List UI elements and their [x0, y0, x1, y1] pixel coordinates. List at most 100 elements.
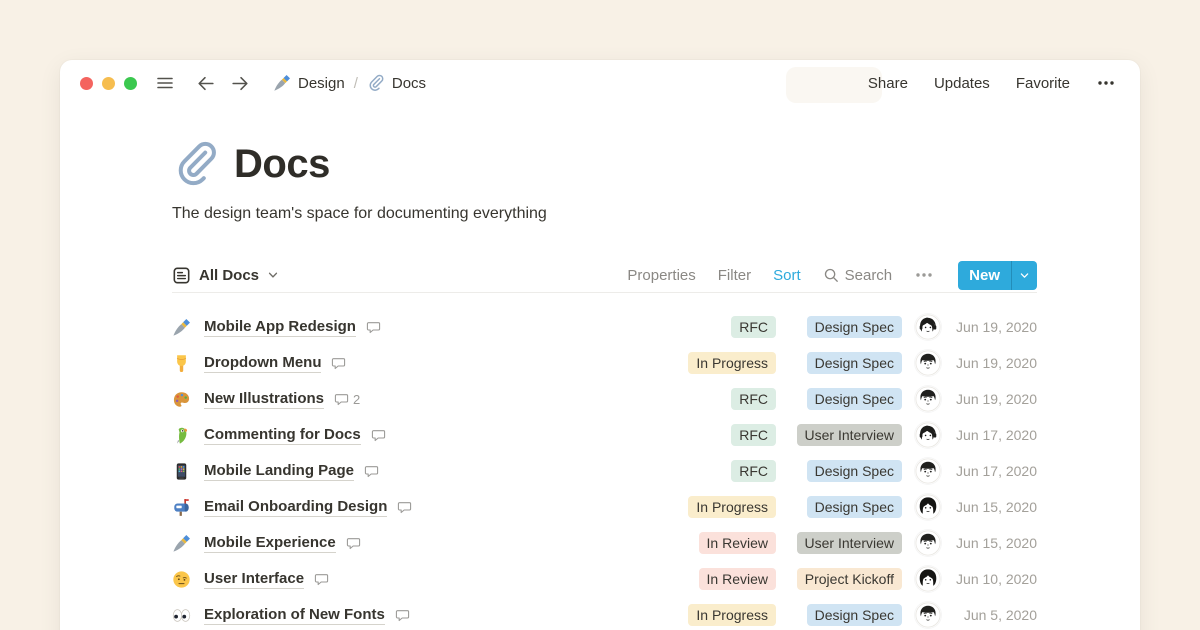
breadcrumb-separator: /: [352, 75, 360, 92]
category-tag[interactable]: Design Spec: [807, 460, 902, 482]
view-label: All Docs: [199, 267, 259, 284]
comment-count: [346, 536, 365, 551]
avatar-woman: [915, 494, 941, 520]
status-tag[interactable]: RFC: [731, 424, 776, 446]
paintbrush-icon: [172, 318, 191, 337]
date-label: Jun 15, 2020: [953, 499, 1037, 515]
doc-title[interactable]: Commenting for Docs: [204, 426, 361, 445]
category-tag[interactable]: User Interview: [797, 532, 902, 554]
eyes-icon: [172, 606, 191, 625]
sort-button[interactable]: Sort: [773, 267, 801, 284]
back-arrow-icon[interactable]: [195, 73, 216, 94]
date-label: Jun 19, 2020: [953, 391, 1037, 407]
mailbox-icon: [172, 498, 191, 517]
toolbar-more-icon[interactable]: [914, 265, 934, 285]
new-button-label[interactable]: New: [958, 261, 1011, 290]
table-row[interactable]: Dropdown Menu In Progress Design Spec Ju…: [172, 345, 1037, 381]
comment-count: [366, 320, 385, 335]
table-row[interactable]: New Illustrations 2 RFC Design Spec Jun …: [172, 381, 1037, 417]
search-label: Search: [845, 267, 893, 284]
table-row[interactable]: Mobile Experience In Review User Intervi…: [172, 525, 1037, 561]
status-tag[interactable]: RFC: [731, 316, 776, 338]
status-tag[interactable]: In Review: [699, 568, 776, 590]
date-label: Jun 17, 2020: [953, 463, 1037, 479]
paperclip-icon[interactable]: [172, 140, 220, 188]
table-row[interactable]: Mobile Landing Page RFC Design Spec Jun …: [172, 453, 1037, 489]
search-button[interactable]: Search: [823, 267, 893, 284]
comment-count: [364, 464, 383, 479]
toolbar-controls: Properties Filter Sort Search New: [627, 261, 1037, 290]
doc-title[interactable]: New Illustrations: [204, 390, 324, 409]
properties-button[interactable]: Properties: [627, 267, 695, 284]
category-tag[interactable]: Design Spec: [807, 496, 902, 518]
comment-icon: [314, 572, 329, 587]
comment-icon: [397, 500, 412, 515]
search-icon: [823, 267, 839, 283]
forward-arrow-icon[interactable]: [230, 73, 251, 94]
paintbrush-icon: [273, 74, 291, 92]
category-tag[interactable]: Design Spec: [807, 388, 902, 410]
pointing-down-icon: [172, 354, 191, 373]
share-button[interactable]: Share: [868, 75, 908, 92]
hamburger-menu-icon[interactable]: [155, 73, 175, 93]
status-tag[interactable]: In Progress: [688, 496, 776, 518]
table-row[interactable]: User Interface In Review Project Kickoff…: [172, 561, 1037, 597]
topbar-actions: Share Updates Favorite: [868, 73, 1116, 93]
view-switcher[interactable]: All Docs: [172, 266, 279, 285]
close-window-button[interactable]: [80, 77, 93, 90]
table-row[interactable]: Commenting for Docs RFC User Interview J…: [172, 417, 1037, 453]
more-options-icon[interactable]: [1096, 73, 1116, 93]
zoom-window-button[interactable]: [124, 77, 137, 90]
doc-title[interactable]: Dropdown Menu: [204, 354, 321, 373]
breadcrumb-design-label: Design: [298, 75, 345, 92]
doc-title[interactable]: User Interface: [204, 570, 304, 589]
parrot-icon: [172, 426, 191, 445]
comment-count: [395, 608, 414, 623]
doc-title[interactable]: Email Onboarding Design: [204, 498, 387, 517]
avatar-man: [915, 530, 941, 556]
doc-title[interactable]: Exploration of New Fonts: [204, 606, 385, 625]
table-row[interactable]: Email Onboarding Design In Progress Desi…: [172, 489, 1037, 525]
status-tag[interactable]: In Progress: [688, 352, 776, 374]
doc-list-icon: [172, 266, 191, 285]
date-label: Jun 10, 2020: [953, 571, 1037, 587]
database-toolbar: All Docs Properties Filter Sort Search N…: [172, 258, 1037, 292]
avatar-woman-headphones: [915, 314, 941, 340]
table-row[interactable]: Exploration of New Fonts In Progress Des…: [172, 597, 1037, 630]
category-tag[interactable]: Design Spec: [807, 352, 902, 374]
new-button-dropdown[interactable]: [1011, 261, 1037, 290]
filter-button[interactable]: Filter: [718, 267, 751, 284]
category-tag[interactable]: User Interview: [797, 424, 902, 446]
category-tag[interactable]: Design Spec: [807, 316, 902, 338]
favorite-button[interactable]: Favorite: [1016, 75, 1070, 92]
date-label: Jun 19, 2020: [953, 355, 1037, 371]
docs-table: Mobile App Redesign RFC Design Spec Jun …: [172, 309, 1037, 630]
minimize-window-button[interactable]: [102, 77, 115, 90]
breadcrumb-design[interactable]: Design: [273, 74, 345, 92]
traffic-lights: [80, 77, 137, 90]
status-tag[interactable]: RFC: [731, 460, 776, 482]
status-tag[interactable]: In Progress: [688, 604, 776, 626]
new-button[interactable]: New: [958, 261, 1037, 290]
page-content: Docs The design team's space for documen…: [60, 138, 1140, 630]
table-row[interactable]: Mobile App Redesign RFC Design Spec Jun …: [172, 309, 1037, 345]
updates-button[interactable]: Updates: [934, 75, 990, 92]
mobile-phone-icon: [172, 462, 191, 481]
breadcrumb-docs-label: Docs: [392, 75, 426, 92]
paintbrush-icon: [172, 534, 191, 553]
category-tag[interactable]: Design Spec: [807, 604, 902, 626]
status-tag[interactable]: In Review: [699, 532, 776, 554]
comment-icon: [364, 464, 379, 479]
palette-icon: [172, 390, 191, 409]
doc-title[interactable]: Mobile Experience: [204, 534, 336, 553]
comment-icon: [331, 356, 346, 371]
breadcrumb-docs[interactable]: Docs: [367, 74, 426, 92]
comment-count: 2: [334, 392, 360, 407]
doc-title[interactable]: Mobile App Redesign: [204, 318, 356, 337]
page-subtitle: The design team's space for documenting …: [172, 204, 1037, 224]
category-tag[interactable]: Project Kickoff: [797, 568, 902, 590]
status-tag[interactable]: RFC: [731, 388, 776, 410]
doc-title[interactable]: Mobile Landing Page: [204, 462, 354, 481]
face-raised-eyebrow-icon: [172, 570, 191, 589]
date-label: Jun 17, 2020: [953, 427, 1037, 443]
